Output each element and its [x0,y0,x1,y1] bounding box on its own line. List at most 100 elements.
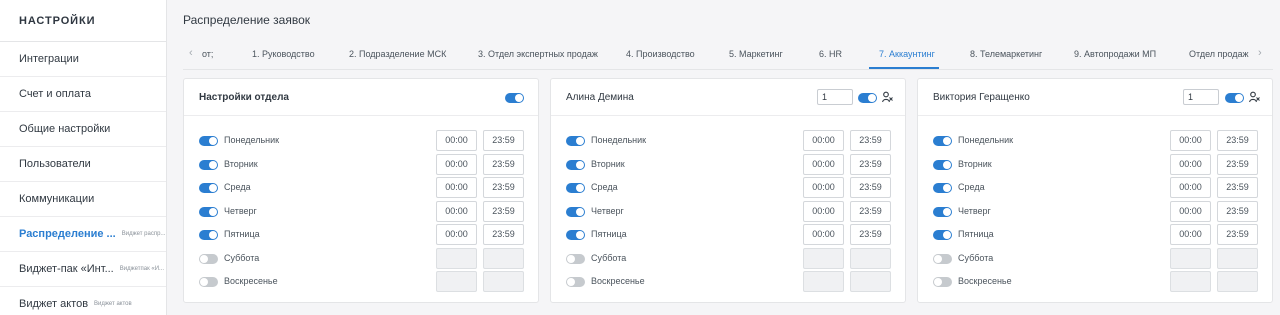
day-toggle[interactable] [566,253,585,264]
sidebar-item-billing[interactable]: Счет и оплата [0,77,166,112]
day-label: Вторник [958,158,992,169]
sidebar-item-acts-widget[interactable]: Виджет актов Виджет актов [0,287,166,315]
time-to-input[interactable]: 23:59 [483,153,524,175]
employee-toggle[interactable] [858,93,877,103]
day-toggle[interactable] [933,183,952,193]
department-toggle[interactable] [505,93,524,103]
day-toggle[interactable] [933,159,952,170]
schedule-row: Пятница 00:00 23:59 [184,224,538,248]
chevron-left-icon[interactable]: ‹ [189,47,193,59]
time-to-input[interactable] [850,247,891,269]
time-to-input[interactable]: 23:59 [1217,200,1258,222]
time-to-input[interactable] [483,271,524,292]
time-from-input[interactable]: 00:00 [1170,200,1211,222]
day-toggle[interactable] [933,230,952,240]
tab-expert-sales[interactable]: 3. Отдел экспертных продаж [478,49,598,59]
time-from-input[interactable]: 00:00 [436,177,477,198]
card-header: Настройки отдела [184,79,538,116]
time-to-input[interactable]: 23:59 [1217,153,1258,175]
sidebar-item-general-settings[interactable]: Общие настройки [0,112,166,147]
time-from-input[interactable]: 00:00 [1170,153,1211,175]
time-from-input[interactable]: 00:00 [803,130,844,151]
time-from-input[interactable] [1170,271,1211,292]
time-to-input[interactable]: 23:59 [483,130,524,151]
chevron-right-icon[interactable]: › [1258,47,1262,59]
day-toggle[interactable] [566,159,585,170]
sidebar-item-users[interactable]: Пользователи [0,147,166,182]
sidebar-item-distribution[interactable]: Распределение ... Виджет распр... [0,217,166,252]
lead-count-input[interactable]: 1 [1183,89,1219,105]
time-from-input[interactable]: 00:00 [1170,177,1211,198]
day-toggle[interactable] [199,136,218,146]
day-toggle[interactable] [566,277,585,287]
time-to-input[interactable] [850,271,891,292]
tab-management[interactable]: 1. Руководство [252,49,315,59]
tab-hr[interactable]: 6. HR [819,49,842,59]
day-label: Воскресенье [958,276,1012,286]
time-from-input[interactable]: 00:00 [436,200,477,222]
time-to-input[interactable]: 23:59 [483,177,524,198]
tab-accounting[interactable]: 7. Аккаунтинг [879,49,935,59]
day-toggle[interactable] [566,136,585,146]
day-toggle[interactable] [933,277,952,287]
time-to-input[interactable]: 23:59 [850,130,891,151]
time-from-input[interactable] [1170,247,1211,269]
user-settings-icon[interactable] [1249,91,1260,103]
day-toggle[interactable] [933,206,952,217]
time-to-input[interactable]: 23:59 [850,224,891,245]
time-to-input[interactable]: 23:59 [850,177,891,198]
tab-sales-dept[interactable]: Отдел продаж [1189,49,1249,59]
sidebar-item-integrations[interactable]: Интеграции [0,42,166,77]
day-toggle[interactable] [566,206,585,217]
time-to-input[interactable] [483,247,524,269]
time-from-input[interactable]: 00:00 [436,153,477,175]
sidebar-item-label: Общие настройки [19,123,111,135]
day-toggle[interactable] [199,277,218,287]
day-toggle[interactable] [933,253,952,264]
day-label: Понедельник [224,135,280,145]
day-toggle[interactable] [566,183,585,193]
time-from-input[interactable]: 00:00 [803,153,844,175]
tab-msk-division[interactable]: 2. Подразделение МСК [349,49,446,59]
employee-toggle[interactable] [1225,93,1244,103]
tab-telemarketing[interactable]: 8. Телемаркетинг [970,49,1042,59]
time-to-input[interactable] [1217,247,1258,269]
time-from-input[interactable]: 00:00 [803,177,844,198]
time-from-input[interactable]: 00:00 [1170,130,1211,151]
time-from-input[interactable]: 00:00 [803,200,844,222]
user-settings-icon[interactable] [882,91,893,103]
day-toggle[interactable] [199,206,218,217]
time-to-input[interactable]: 23:59 [1217,130,1258,151]
time-to-input[interactable]: 23:59 [1217,224,1258,245]
tab-marketing[interactable]: 5. Маркетинг [729,49,783,59]
day-toggle[interactable] [199,253,218,264]
time-from-input[interactable] [803,271,844,292]
time-from-input[interactable] [436,247,477,269]
lead-count-input[interactable]: 1 [817,89,853,105]
sidebar-item-widget-pack[interactable]: Виджет-пак «Инт... Виджетпак «И... [0,252,166,287]
time-from-input[interactable]: 00:00 [803,224,844,245]
sidebar-item-sublabel: Виджетпак «И... [119,266,165,272]
time-to-input[interactable] [1217,271,1258,292]
day-toggle[interactable] [933,136,952,146]
schedule-row: Пятница 00:00 23:59 [918,224,1272,248]
time-to-input[interactable]: 23:59 [850,153,891,175]
time-from-input[interactable]: 00:00 [436,130,477,151]
sidebar-title: НАСТРОЙКИ [0,0,166,42]
time-from-input[interactable]: 00:00 [1170,224,1211,245]
time-to-input[interactable]: 23:59 [1217,177,1258,198]
time-to-input[interactable]: 23:59 [483,200,524,222]
time-from-input[interactable] [436,271,477,292]
time-to-input[interactable]: 23:59 [483,224,524,245]
day-toggle[interactable] [199,230,218,240]
time-from-input[interactable] [803,247,844,269]
tab-prev[interactable]: от; [202,49,213,59]
time-from-input[interactable]: 00:00 [436,224,477,245]
day-toggle[interactable] [199,159,218,170]
time-to-input[interactable]: 23:59 [850,200,891,222]
tab-auto-sales[interactable]: 9. Автопродажи МП [1074,49,1156,59]
tab-production[interactable]: 4. Производство [626,49,695,59]
day-toggle[interactable] [199,183,218,193]
day-toggle[interactable] [566,230,585,240]
sidebar-item-communications[interactable]: Коммуникации [0,182,166,217]
